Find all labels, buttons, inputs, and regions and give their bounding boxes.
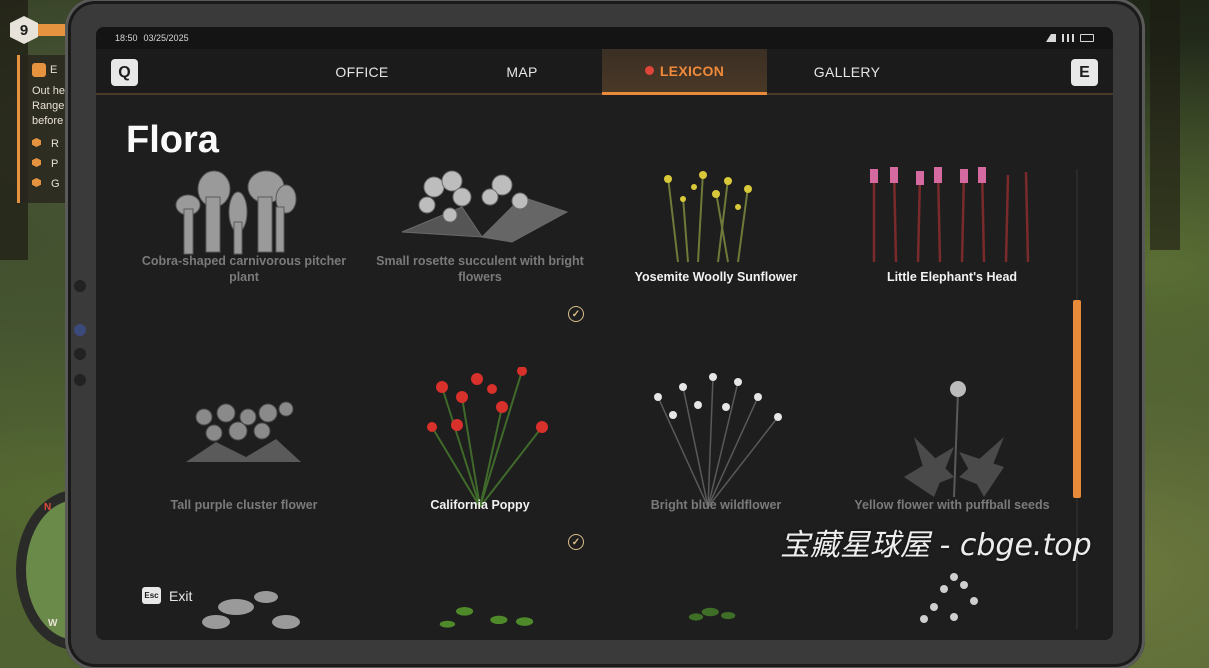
tablet-button [74, 280, 86, 292]
plant-card[interactable]: Bright blue wildflower [598, 367, 834, 512]
plant-label: California Poppy [430, 498, 530, 512]
tab-map[interactable]: MAP [446, 49, 598, 95]
tab-bar: Q OFFICE MAP LEXICON GALLERY E [96, 49, 1113, 95]
status-bar: 18:50 03/25/2025 [96, 27, 1113, 49]
cluster-flower-icon [186, 401, 301, 462]
clock: 18:50 [115, 33, 138, 43]
tree-trunk [1150, 0, 1180, 250]
plant-label: Cobra-shaped carnivorous pitcher plant [141, 254, 347, 284]
plant-card[interactable]: Tall purple cluster flower [126, 367, 362, 512]
next-tab-key-button[interactable]: E [1071, 59, 1098, 86]
compass-west: W [48, 618, 58, 629]
tab-lexicon[interactable]: LEXICON [602, 49, 767, 95]
red-poppy-icon [427, 367, 548, 507]
signal-bars-icon [1062, 34, 1074, 42]
compass-north: N [44, 502, 52, 513]
wifi-icon [1046, 34, 1056, 42]
plant-label: Small rosette succulent with bright flow… [376, 254, 584, 284]
plant-label: Bright blue wildflower [650, 498, 782, 512]
dandelion-icon [904, 381, 1004, 498]
scrollbar-thumb[interactable] [1073, 300, 1081, 498]
notification-dot-icon [644, 66, 654, 75]
yellow-flowers-icon [664, 171, 752, 263]
plant-card-thumb[interactable] [834, 557, 1070, 637]
check-circle-icon: ✓ [568, 534, 584, 550]
date: 03/25/2025 [143, 33, 189, 43]
esc-key-icon: Esc [142, 587, 161, 604]
tablet-button [74, 348, 86, 360]
check-circle-icon: ✓ [568, 306, 584, 322]
plant-card-thumb[interactable] [598, 587, 834, 637]
flora-grid: Cobra-shaped carnivorous pitcher plant S… [96, 167, 1076, 640]
page-title: Flora [126, 119, 219, 161]
exit-hint[interactable]: Esc Exit [142, 587, 192, 604]
plant-card[interactable]: Yosemite Woolly Sunflower [598, 167, 834, 287]
plant-card[interactable]: Yellow flower with puffball seeds [834, 367, 1070, 512]
plant-card[interactable]: Cobra-shaped carnivorous pitcher plant [126, 167, 362, 287]
plant-label: Yellow flower with puffball seeds [854, 498, 1050, 512]
tab-gallery[interactable]: GALLERY [771, 49, 923, 95]
plant-card-thumb[interactable] [362, 577, 598, 637]
prev-tab-key-button[interactable]: Q [111, 59, 138, 86]
plant-card[interactable]: Little Elephant's Head [834, 167, 1070, 287]
pink-spikes-icon [870, 167, 1030, 263]
plant-label: Tall purple cluster flower [170, 498, 318, 512]
pitcher-plant-icon [175, 170, 297, 255]
plant-card[interactable]: California Poppy [362, 367, 598, 512]
quest-initial: E [50, 64, 58, 76]
exit-label: Exit [169, 587, 193, 604]
battery-icon [1080, 34, 1094, 42]
wildflower-icon [654, 373, 782, 507]
hex-bullet-icon [32, 158, 41, 167]
succulent-icon [401, 170, 569, 243]
plant-label: Yosemite Woolly Sunflower [634, 270, 798, 284]
hex-bullet-icon [32, 138, 41, 147]
hex-bullet-icon [32, 178, 41, 187]
tab-office[interactable]: OFFICE [286, 49, 438, 95]
plant-label: Little Elephant's Head [886, 270, 1018, 284]
plant-card[interactable]: Small rosette succulent with bright flow… [362, 167, 598, 287]
tablet-button [74, 324, 86, 336]
tablet-button [74, 374, 86, 386]
watermark-text: 宝藏星球屋 - cbge.top [780, 528, 1092, 563]
quest-icon [32, 63, 46, 78]
